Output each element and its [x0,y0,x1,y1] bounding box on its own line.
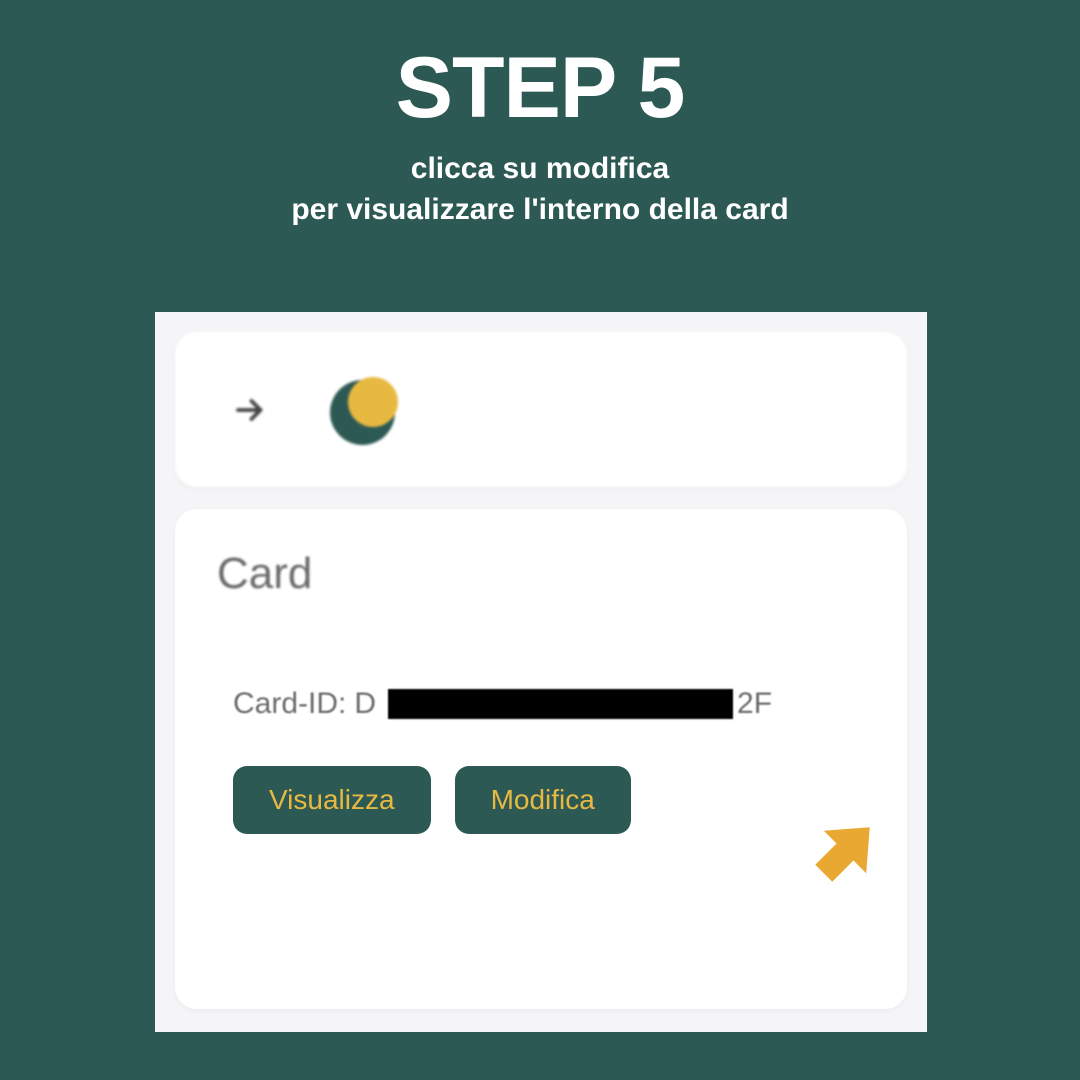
step-subtitle: clicca su modifica per visualizzare l'in… [0,149,1080,230]
card-id-suffix: 2F [737,687,772,721]
arrow-right-icon[interactable] [230,390,270,430]
top-bar [175,332,907,487]
subtitle-line-1: clicca su modifica [411,152,669,185]
step-title: STEP 5 [0,45,1080,131]
instruction-header: STEP 5 clicca su modifica per visualizza… [0,0,1080,230]
redacted-id [388,689,733,719]
subtitle-line-2: per visualizzare l'interno della card [291,193,788,226]
screenshot-panel: Card Card-ID: D 2F Visualizza Modifica [155,312,927,1032]
card-id-label: Card-ID: [233,687,346,721]
view-button[interactable]: Visualizza [233,766,431,834]
button-row: Visualizza Modifica [217,766,865,834]
card-section-title: Card [217,549,865,599]
card-id-row: Card-ID: D 2F [217,687,865,721]
card-panel: Card Card-ID: D 2F Visualizza Modifica [175,509,907,1009]
card-id-prefix: D [354,687,376,721]
edit-button[interactable]: Modifica [455,766,631,834]
logo-icon [330,375,400,445]
